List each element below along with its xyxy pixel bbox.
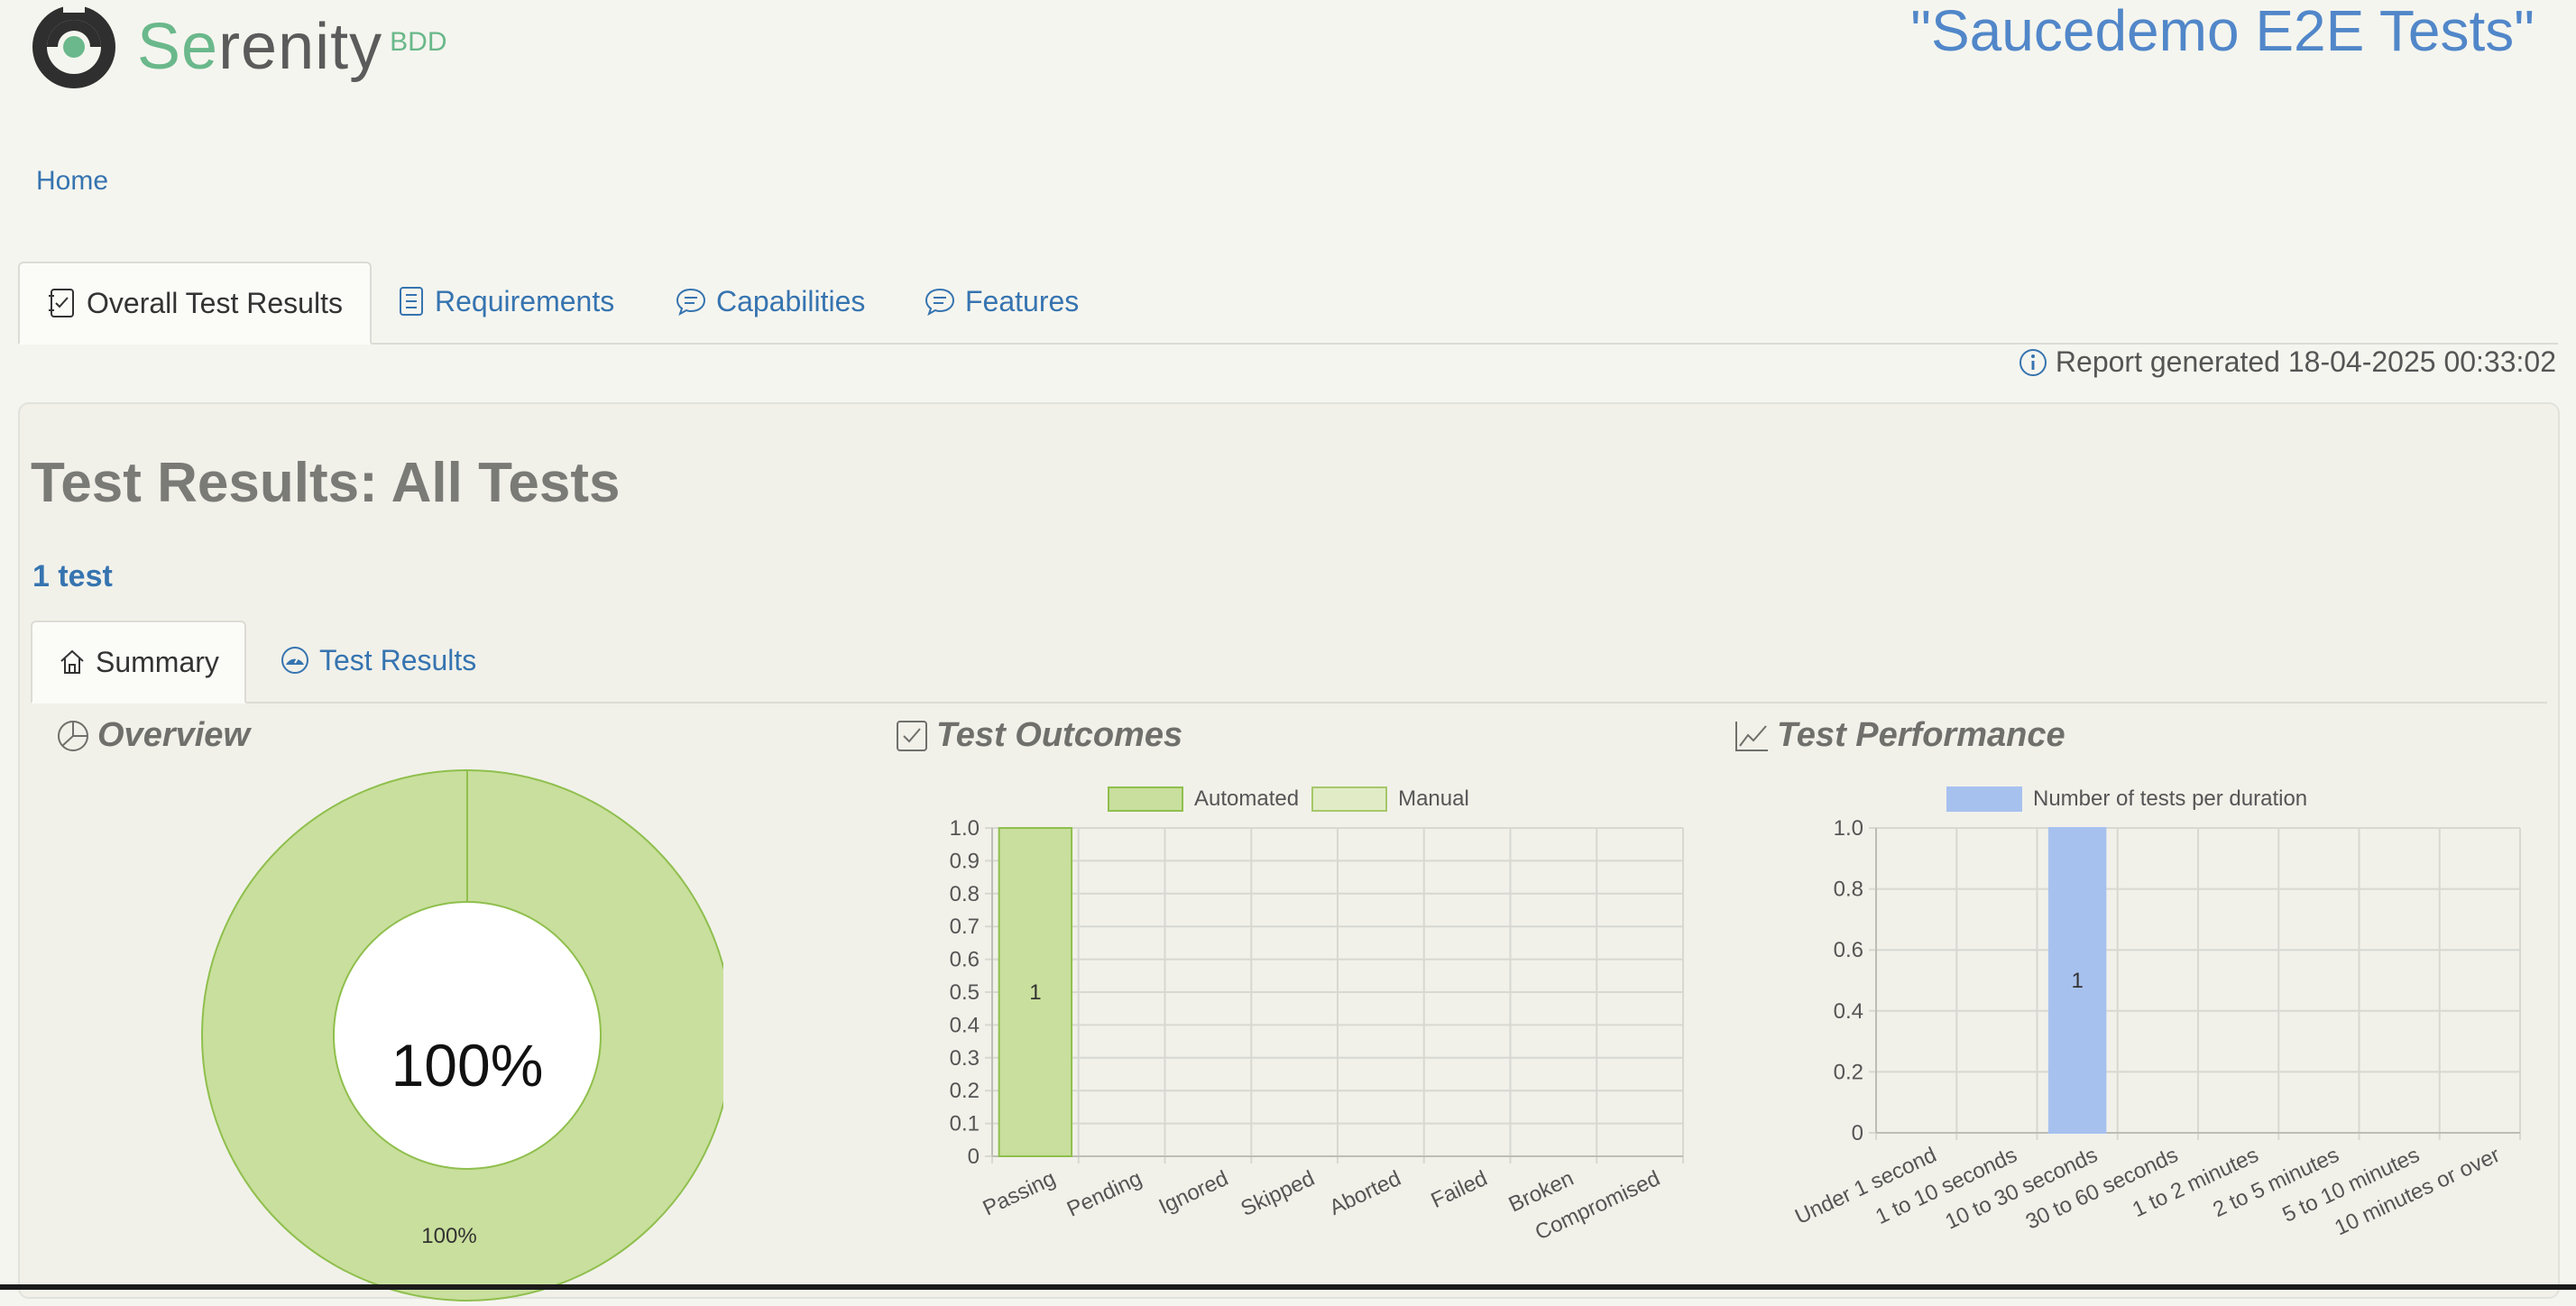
tab-label: Overall Test Results [87, 286, 343, 319]
tab-overall-test-results[interactable]: Overall Test Results [18, 262, 372, 345]
legend-label: Automated [1194, 786, 1300, 811]
y-tick-label: 0.2 [950, 1079, 980, 1103]
tab-features[interactable]: Features [924, 262, 1079, 341]
document-list-icon [400, 287, 423, 316]
serenity-logo[interactable]: Serenity BDD [27, 0, 446, 94]
bottom-edge [0, 1284, 2576, 1290]
y-tick-label: 0.9 [950, 849, 980, 873]
outcomes-legend: Automated Manual [1108, 786, 1482, 812]
legend-swatch-duration [1946, 786, 2022, 812]
y-tick-label: 0.8 [1834, 878, 1863, 902]
legend-label: Manual [1398, 786, 1469, 811]
test-outcomes-bar-chart: 1.0 0.9 0.8 0.7 0.6 0.5 0.4 0.3 0.2 0.1 0 1 Passing P… [950, 816, 1684, 1246]
speech-bubble-icon [925, 288, 955, 317]
y-tick-label: 0.1 [950, 1112, 980, 1136]
x-tick-label: Passing [980, 1166, 1060, 1221]
y-tick-label: 0.4 [950, 1013, 980, 1037]
info-icon [2019, 348, 2047, 376]
test-performance-heading: Test Performance [1734, 716, 2065, 755]
y-tick-label: 0.4 [1834, 999, 1863, 1024]
project-title: "Saucedemo E2E Tests" [1910, 0, 2535, 63]
report-generated-text: Report generated 18-04-2025 00:33:02 [2055, 345, 2556, 378]
y-tick-label: 1.0 [1834, 816, 1863, 841]
pie-chart-icon [58, 720, 88, 751]
y-tick-label: 0.8 [950, 882, 980, 906]
x-tick-label: Skipped [1237, 1166, 1319, 1221]
logo-word-rest: renity [218, 11, 383, 83]
overview-donut-chart: 100% 100% [201, 769, 723, 1301]
legend-duration: Number of tests per duration [1946, 786, 2307, 812]
speech-bubble-icon [676, 288, 706, 317]
x-tick-label: Ignored [1155, 1166, 1232, 1219]
y-tick-label: 0 [968, 1145, 980, 1169]
tab-label: Test Results [319, 643, 477, 676]
logo-bdd: BDD [390, 27, 447, 57]
overview-heading: Overview [56, 716, 250, 755]
section-title-text: Overview [97, 716, 250, 754]
tab-summary[interactable]: Summary [31, 621, 246, 704]
y-tick-label: 0.3 [950, 1046, 980, 1071]
legend-automated: Automated [1108, 786, 1299, 812]
main-tabs: Overall Test Results Requirements Capabi… [18, 262, 2558, 345]
tab-label: Requirements [435, 284, 615, 317]
y-tick-label: 0.7 [950, 915, 980, 939]
donut-center-label: 100% [391, 1032, 544, 1099]
x-tick-label: Aborted [1326, 1166, 1405, 1220]
y-tick-label: 0.6 [950, 948, 980, 972]
y-tick-label: 1.0 [950, 816, 980, 841]
checkbox-icon [897, 720, 927, 751]
tab-label: Capabilities [716, 284, 866, 317]
section-title-text: Test Performance [1777, 716, 2065, 754]
serenity-logo-icon [32, 0, 115, 88]
logo-wordmark: Serenity [137, 14, 382, 79]
test-performance-bar-chart: 1.00.80.60.40.201Under 1 second1 to 10 s… [1791, 816, 2521, 1240]
section-title-text: Test Outcomes [936, 716, 1183, 754]
home-icon [60, 649, 84, 674]
page-title: Test Results: All Tests [31, 452, 621, 514]
tab-label: Features [965, 284, 1080, 317]
tab-test-results[interactable]: Test Results [280, 621, 476, 700]
report-generated: Report generated 18-04-2025 00:33:02 [2018, 345, 2556, 379]
bar-data-label: 1 [1029, 980, 1041, 1005]
legend-swatch-manual [1311, 786, 1388, 812]
legend-label: Number of tests per duration [2033, 786, 2308, 811]
breadcrumb-home-link[interactable]: Home [36, 166, 108, 197]
x-tick-label: Failed [1428, 1166, 1492, 1213]
legend-manual: Manual [1311, 786, 1469, 812]
tab-label: Summary [96, 645, 219, 678]
tab-requirements[interactable]: Requirements [397, 262, 614, 341]
results-panel: Test Results: All Tests 1 test Summary T… [18, 402, 2560, 1301]
test-outcomes-heading: Test Outcomes [895, 716, 1182, 755]
gauge-icon [281, 647, 308, 674]
x-tick-label: Pending [1063, 1166, 1145, 1222]
test-count-link[interactable]: 1 test [32, 559, 113, 594]
y-tick-label: 0.5 [950, 980, 980, 1005]
results-sub-tabs: Summary Test Results [31, 621, 2547, 704]
line-chart-icon [1735, 721, 1768, 751]
bar-data-label: 1 [2071, 969, 2083, 993]
y-tick-label: 0.2 [1834, 1060, 1863, 1084]
logo-word-prefix: Se [137, 11, 219, 83]
checklist-icon [49, 289, 74, 317]
tab-capabilities[interactable]: Capabilities [675, 262, 865, 341]
performance-legend: Number of tests per duration [1946, 786, 2320, 812]
y-tick-label: 0.6 [1834, 938, 1863, 962]
y-tick-label: 0 [1852, 1121, 1863, 1145]
legend-swatch-automated [1108, 786, 1183, 812]
donut-slice-label: 100% [421, 1224, 476, 1248]
